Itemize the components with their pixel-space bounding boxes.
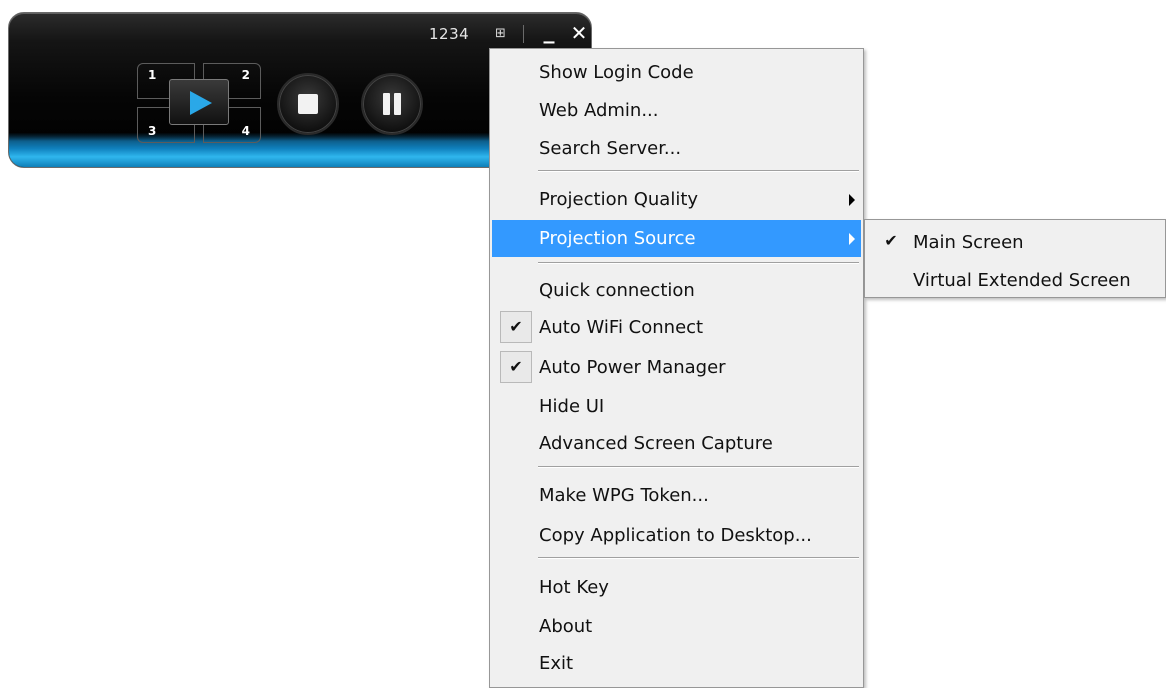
play-button[interactable] [169, 79, 229, 125]
pause-button[interactable] [361, 73, 423, 135]
menu-item-label: Make WPG Token... [539, 485, 709, 506]
menu-separator [538, 557, 859, 559]
stop-icon [298, 94, 318, 114]
login-code: 1234 [429, 25, 470, 43]
menu-item-quick-connection[interactable]: Quick connection [492, 272, 861, 309]
menu-item-label: Hot Key [539, 577, 609, 598]
menu-item-label: Projection Quality [539, 189, 699, 210]
menu-item-label: Search Server... [539, 138, 682, 159]
menu-item-label: Projection Source [539, 228, 696, 249]
menu-item-projection-quality[interactable]: Projection Quality [492, 181, 861, 218]
submenu-item-virtual-extended-screen[interactable]: Virtual Extended Screen [867, 262, 1163, 299]
menu-item-label: Copy Application to Desktop... [539, 525, 812, 546]
menu-item-label: Show Login Code [539, 62, 694, 83]
quadrant-3-label: 3 [148, 124, 157, 138]
menu-item-auto-power-manager[interactable]: ✔ Auto Power Manager [492, 349, 861, 386]
menu-item-hide-ui[interactable]: Hide UI [492, 388, 861, 425]
menu-item-copy-application[interactable]: Copy Application to Desktop... [492, 517, 861, 554]
menu-item-show-login-code[interactable]: Show Login Code [492, 54, 861, 91]
menu-item-hot-key[interactable]: Hot Key [492, 569, 861, 606]
menu-item-about[interactable]: About [492, 608, 861, 645]
menu-item-label: Auto WiFi Connect [539, 317, 704, 338]
projection-source-submenu: ✔ Main Screen Virtual Extended Screen [864, 219, 1166, 298]
play-icon [190, 91, 212, 115]
menu-item-label: Exit [539, 653, 574, 674]
submenu-item-label: Virtual Extended Screen [913, 270, 1131, 291]
menu-item-make-wpg-token[interactable]: Make WPG Token... [492, 477, 861, 514]
menu-item-projection-source[interactable]: Projection Source [492, 220, 861, 257]
menu-separator [538, 170, 859, 172]
pause-icon-bar-right [394, 93, 401, 115]
menu-item-label: Web Admin... [539, 100, 659, 121]
menu-item-auto-wifi-connect[interactable]: ✔ Auto WiFi Connect [492, 309, 861, 346]
quadrant-2-label: 2 [241, 68, 250, 82]
menu-item-advanced-screen-capture[interactable]: Advanced Screen Capture [492, 425, 861, 462]
context-menu: Show Login Code Web Admin... Search Serv… [489, 48, 864, 688]
menu-item-label: Hide UI [539, 396, 605, 417]
submenu-arrow-icon [849, 233, 855, 245]
close-button[interactable]: ✕ [569, 22, 589, 44]
submenu-arrow-icon [849, 194, 855, 206]
submenu-item-main-screen[interactable]: ✔ Main Screen [867, 224, 1163, 261]
menu-item-label: About [539, 616, 593, 637]
menu-item-label: Auto Power Manager [539, 357, 726, 378]
stop-button[interactable] [277, 73, 339, 135]
menu-item-label: Advanced Screen Capture [539, 433, 773, 454]
menu-item-web-admin[interactable]: Web Admin... [492, 92, 861, 129]
menu-separator [538, 466, 859, 468]
check-icon: ✔ [884, 231, 898, 250]
title-separator [523, 25, 524, 43]
menu-item-search-server[interactable]: Search Server... [492, 130, 861, 167]
layout-grid-icon[interactable]: ⊞ [495, 27, 509, 41]
quadrant-4-label: 4 [241, 124, 250, 138]
submenu-item-label: Main Screen [913, 232, 1024, 253]
check-icon: ✔ [500, 311, 532, 343]
check-icon: ✔ [500, 351, 532, 383]
quadrant-1-label: 1 [148, 68, 157, 82]
pause-icon-bar-left [383, 93, 390, 115]
menu-item-exit[interactable]: Exit [492, 645, 861, 682]
minimize-button[interactable]: _ [540, 21, 558, 44]
menu-item-label: Quick connection [539, 280, 695, 301]
menu-separator [538, 262, 859, 264]
